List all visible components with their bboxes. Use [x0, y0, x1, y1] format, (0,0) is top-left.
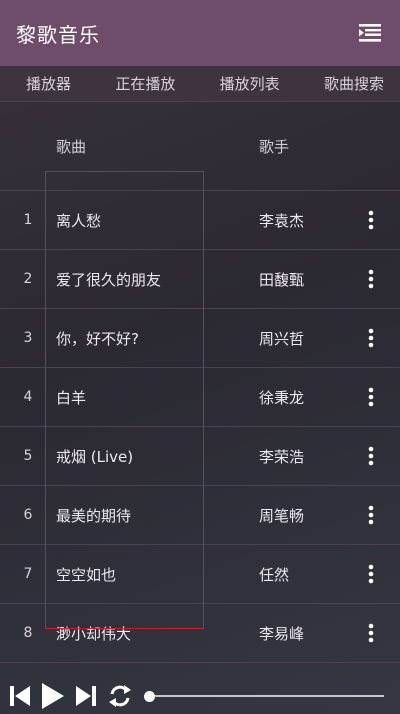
song-row-7[interactable]: 7 空空如也 任然: [0, 545, 400, 604]
play-icon: [42, 683, 64, 709]
app-title: 黎歌音乐: [16, 22, 100, 47]
tab-song-search[interactable]: 歌曲搜索: [324, 73, 384, 94]
row-number: 3: [23, 330, 33, 346]
skip-previous-icon: [10, 686, 30, 706]
row-more-button[interactable]: [362, 325, 380, 351]
song-row-4[interactable]: 4 白羊 徐秉龙: [0, 368, 400, 427]
header-song: 歌曲: [56, 137, 87, 156]
row-artist: 李易峰: [259, 624, 305, 643]
more-vertical-icon: [368, 505, 374, 525]
row-artist: 田馥甄: [259, 270, 305, 289]
song-row-3[interactable]: 3 你，好不好? 周兴哲: [0, 309, 400, 368]
row-title: 渺小却伟大: [56, 624, 132, 643]
play-button[interactable]: [40, 682, 66, 710]
row-number: 6: [23, 507, 33, 523]
menu-button[interactable]: [358, 21, 382, 45]
song-row-1[interactable]: 1 离人愁 李袁杰: [0, 191, 400, 250]
header-artist: 歌手: [259, 137, 290, 156]
song-row-2[interactable]: 2 爱了很久的朋友 田馥甄: [0, 250, 400, 309]
row-number: 8: [23, 625, 33, 641]
tab-player[interactable]: 播放器: [26, 73, 71, 94]
song-row-6[interactable]: 6 最美的期待 周笔畅: [0, 486, 400, 545]
song-rows: 1 离人愁 李袁杰 2 爱了很久的朋友 田馥甄 3 你，好不好? 周兴哲 4 白…: [0, 191, 400, 663]
row-title: 白羊: [56, 388, 87, 407]
title-bar: 黎歌音乐: [0, 0, 400, 66]
row-more-button[interactable]: [362, 561, 380, 587]
next-button[interactable]: [74, 683, 98, 709]
row-title: 最美的期待: [56, 506, 132, 525]
repeat-button[interactable]: [106, 683, 134, 709]
row-title: 戒烟 (Live): [56, 447, 134, 466]
app-root: 黎歌音乐 播放器 正在播放 播放列表 歌曲搜索 歌曲 歌手 1 离人愁 李袁杰: [0, 0, 400, 714]
row-number: 5: [23, 448, 33, 464]
row-title: 空空如也: [56, 565, 117, 584]
menu-list-icon: [359, 24, 381, 42]
song-row-5[interactable]: 5 戒烟 (Live) 李荣浩: [0, 427, 400, 486]
row-more-button[interactable]: [362, 207, 380, 233]
row-number: 1: [23, 212, 33, 228]
row-title: 你，好不好?: [56, 329, 139, 348]
song-list: 歌曲 歌手 1 离人愁 李袁杰 2 爱了很久的朋友 田馥甄 3 你，好不好? 周…: [0, 102, 400, 663]
skip-next-icon: [76, 686, 96, 706]
list-header: 歌曲 歌手: [0, 102, 400, 191]
tab-now-playing[interactable]: 正在播放: [115, 73, 175, 94]
progress-track: [150, 695, 384, 697]
row-more-button[interactable]: [362, 620, 380, 646]
more-vertical-icon: [368, 623, 374, 643]
row-more-button[interactable]: [362, 502, 380, 528]
progress-slider[interactable]: [144, 689, 384, 703]
more-vertical-icon: [368, 564, 374, 584]
repeat-icon: [109, 685, 131, 707]
row-title: 离人愁: [56, 211, 102, 230]
row-artist: 李荣浩: [259, 447, 305, 466]
more-vertical-icon: [368, 269, 374, 289]
row-number: 4: [23, 389, 33, 405]
row-artist: 李袁杰: [259, 211, 305, 230]
more-vertical-icon: [368, 328, 374, 348]
more-vertical-icon: [368, 387, 374, 407]
row-more-button[interactable]: [362, 443, 380, 469]
more-vertical-icon: [368, 446, 374, 466]
more-vertical-icon: [368, 210, 374, 230]
row-title: 爱了很久的朋友: [56, 270, 162, 289]
row-artist: 周兴哲: [259, 329, 305, 348]
row-artist: 任然: [259, 565, 290, 584]
row-artist: 徐秉龙: [259, 388, 305, 407]
tab-playlist[interactable]: 播放列表: [220, 73, 280, 94]
row-more-button[interactable]: [362, 266, 380, 292]
row-number: 2: [23, 271, 33, 287]
previous-button[interactable]: [8, 683, 32, 709]
row-artist: 周笔畅: [259, 506, 305, 525]
row-more-button[interactable]: [362, 384, 380, 410]
player-controls: [0, 678, 400, 714]
tab-bar: 播放器 正在播放 播放列表 歌曲搜索: [0, 66, 400, 102]
song-row-8[interactable]: 8 渺小却伟大 李易峰: [0, 604, 400, 663]
row-number: 7: [23, 566, 33, 582]
progress-thumb[interactable]: [144, 690, 155, 702]
